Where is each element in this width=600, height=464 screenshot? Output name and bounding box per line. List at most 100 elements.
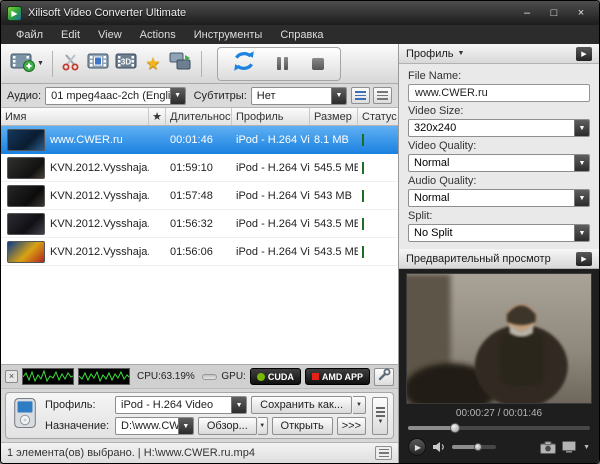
pause-button[interactable] (270, 48, 296, 80)
file-table: www.CWER.ru 00:01:46 iPod - H.264 Video … (1, 126, 398, 364)
column-profile[interactable]: Профиль (232, 108, 310, 125)
add-file-button[interactable]: ▼ (7, 48, 47, 80)
seek-slider[interactable] (406, 421, 592, 434)
waveform-close-button[interactable]: × (5, 370, 18, 383)
menu-actions[interactable]: Actions (131, 27, 185, 43)
profile-form: File Name: www.CWER.ru Video Size: 320x2… (399, 64, 599, 249)
add-file-dropdown-icon[interactable]: ▼ (37, 60, 44, 67)
queue-panel-button[interactable]: ▼ (372, 397, 388, 435)
combo-arrow-icon[interactable]: ▼ (574, 155, 589, 171)
status-ready-icon (362, 218, 364, 230)
browse-dropdown-button[interactable]: ▼ (258, 417, 268, 435)
fullscreen-dropdown-icon[interactable]: ▼ (583, 444, 590, 451)
effects-button[interactable]: ★ (140, 48, 166, 80)
menu-tools[interactable]: Инструменты (185, 27, 272, 43)
pause-icon (277, 57, 288, 70)
status-cell (358, 190, 398, 202)
more-button[interactable]: >>> (337, 417, 366, 435)
expand-panel-button[interactable]: ▶ (576, 47, 592, 61)
volume-icon[interactable] (432, 441, 446, 453)
save-as-button[interactable]: Сохранить как... (251, 396, 352, 414)
table-row[interactable]: KVN.2012.Vysshaja.liga.Tretija.igra.(...… (1, 210, 398, 238)
file-name-input[interactable]: www.CWER.ru (408, 84, 590, 102)
play-button[interactable]: ▶ (408, 438, 426, 456)
table-row[interactable]: KVN.2012.Vysshaja.Liga.1.4.Finala.I... 0… (1, 154, 398, 182)
amd-app-badge[interactable]: AMD APP (305, 368, 370, 385)
close-button[interactable]: × (569, 5, 593, 21)
combo-arrow-icon[interactable]: ▼ (178, 418, 193, 434)
size-cell: 543.5 MB (310, 246, 358, 258)
column-star[interactable]: ★ (149, 108, 166, 125)
settings-wrench-button[interactable] (374, 368, 394, 386)
column-duration[interactable]: Длительность (166, 108, 232, 125)
video-quality-select[interactable]: Normal ▼ (408, 154, 590, 172)
menu-help[interactable]: Справка (271, 27, 332, 43)
transport-group (217, 47, 341, 81)
table-row[interactable]: KVN.2012.Vysshaja.liga.Vtoraja.igra... 0… (1, 238, 398, 266)
combo-arrow-icon[interactable]: ▼ (231, 397, 246, 413)
list-view-button[interactable] (351, 87, 370, 104)
profile-select[interactable]: iPod - H.264 Video ▼ (115, 396, 247, 414)
cuda-badge[interactable]: CUDA (250, 368, 301, 385)
audio-track-select[interactable]: 01 mpeg4aac-2ch (English) ▼ (45, 87, 185, 105)
column-size[interactable]: Размер (310, 108, 358, 125)
profile-value: iPod - H.264 Video (116, 399, 231, 411)
merge-button[interactable] (166, 48, 196, 80)
combo-arrow-icon[interactable]: ▼ (331, 88, 346, 104)
combo-arrow-icon[interactable]: ▼ (574, 225, 589, 241)
audio-quality-select[interactable]: Normal ▼ (408, 189, 590, 207)
table-row[interactable]: www.CWER.ru 00:01:46 iPod - H.264 Video … (1, 126, 398, 154)
combo-arrow-icon[interactable]: ▼ (170, 88, 185, 104)
column-name[interactable]: Имя (1, 108, 149, 125)
destination-row: Назначение: D:\www.CWER.ru ▼ Обзор... ▼ … (45, 417, 366, 435)
convert-button[interactable] (227, 48, 261, 80)
stream-select-row: Аудио: 01 mpeg4aac-2ch (English) ▼ Субти… (1, 84, 398, 108)
open-button[interactable]: Открыть (272, 417, 333, 435)
combo-arrow-icon[interactable]: ▼ (574, 190, 589, 206)
menu-view[interactable]: View (89, 27, 131, 43)
snapshot-button[interactable] (540, 441, 556, 454)
size-cell: 8.1 MB (310, 134, 358, 146)
split-select[interactable]: No Split ▼ (408, 224, 590, 242)
video-thumbnail (7, 129, 45, 151)
seek-thumb[interactable] (450, 423, 460, 433)
duration-cell: 01:59:10 (166, 162, 232, 174)
subtitle-select[interactable]: Нет ▼ (251, 87, 347, 105)
video-size-select[interactable]: 320x240 ▼ (408, 119, 590, 137)
browse-button[interactable]: Обзор... (198, 417, 257, 435)
file-name: KVN.2012.Vysshaja.liga.Chetvertaja... (50, 190, 149, 202)
fullscreen-button[interactable] (562, 441, 576, 453)
nvidia-icon (257, 373, 265, 381)
log-panel-button[interactable] (375, 446, 392, 460)
combo-arrow-icon[interactable]: ▼ (574, 120, 589, 136)
status-ready-icon (362, 246, 364, 258)
3d-button[interactable]: 3D (112, 48, 140, 80)
crop-button[interactable] (84, 48, 112, 80)
waveform-right (78, 368, 130, 385)
video-frame[interactable] (406, 273, 592, 404)
menu-file[interactable]: Файл (7, 27, 52, 43)
clip-button[interactable] (58, 48, 84, 80)
preview-section-header[interactable]: Предварительный просмотр ▶ (399, 249, 599, 269)
detail-view-button[interactable] (373, 87, 392, 104)
destination-select[interactable]: D:\www.CWER.ru ▼ (115, 417, 194, 435)
table-row[interactable]: KVN.2012.Vysshaja.liga.Chetvertaja... 01… (1, 182, 398, 210)
volume-slider[interactable] (452, 445, 496, 449)
detach-preview-button[interactable]: ▶ (576, 252, 592, 266)
maximize-button[interactable]: □ (542, 5, 566, 21)
duration-cell: 01:56:06 (166, 246, 232, 258)
menu-edit[interactable]: Edit (52, 27, 89, 43)
volume-thumb[interactable] (474, 443, 482, 451)
status-cell (358, 134, 398, 146)
profile-section-header[interactable]: Профиль ▼ ▶ (399, 44, 599, 64)
save-as-dropdown-button[interactable]: ▼ (353, 396, 366, 414)
minimize-button[interactable]: – (515, 5, 539, 21)
status-cell (358, 162, 398, 174)
column-status[interactable]: Статус (358, 108, 398, 125)
profile-cell: iPod - H.264 Video (232, 162, 310, 174)
file-table-header: Имя ★ Длительность Профиль Размер Статус (1, 108, 398, 126)
playback-controls: ▶ (406, 434, 592, 458)
status-ready-icon (362, 190, 364, 202)
stop-button[interactable] (305, 48, 331, 80)
profile-row: Профиль: iPod - H.264 Video ▼ Сохранить … (45, 396, 366, 414)
